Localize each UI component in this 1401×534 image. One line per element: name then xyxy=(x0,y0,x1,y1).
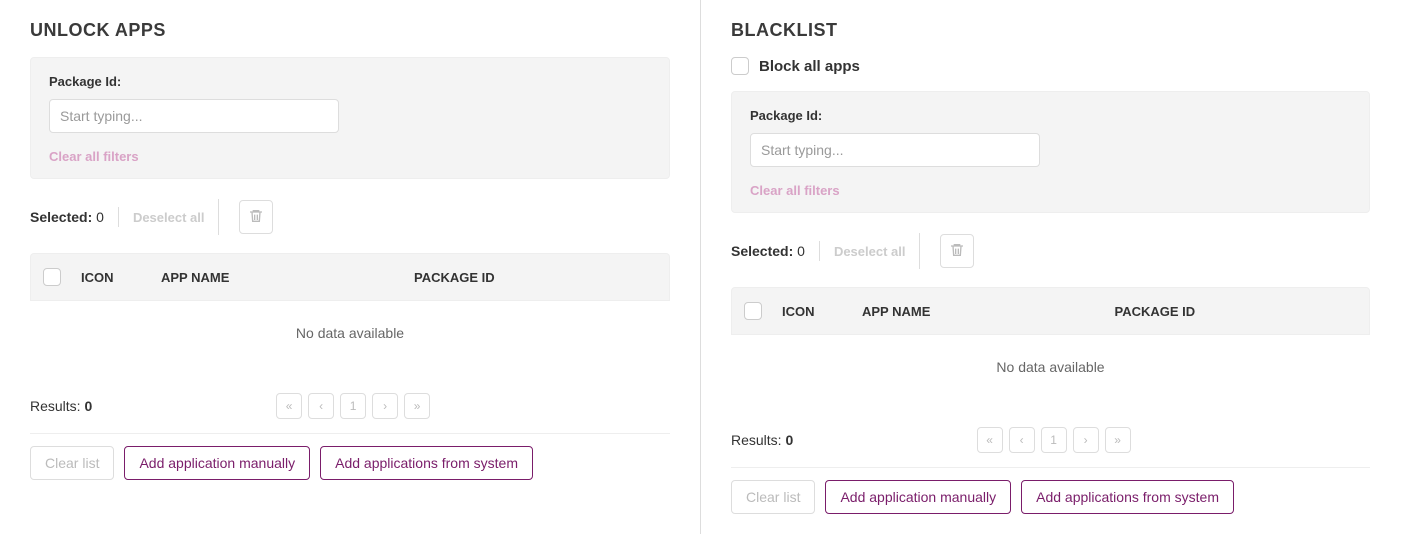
add-application-manually-button[interactable]: Add application manually xyxy=(825,480,1011,514)
page-last-button[interactable]: » xyxy=(1105,427,1131,453)
page-last-button[interactable]: » xyxy=(404,393,430,419)
filter-box: Package Id: Clear all filters xyxy=(731,91,1370,213)
table-header: ICON APP NAME PACKAGE ID xyxy=(731,287,1370,335)
footer-buttons: Clear list Add application manually Add … xyxy=(731,480,1370,514)
clear-filters-link[interactable]: Clear all filters xyxy=(750,183,1351,198)
table-empty-message: No data available xyxy=(731,335,1370,403)
results-row: Results: 0 « ‹ 1 › » xyxy=(30,393,670,434)
results-count: 0 xyxy=(84,398,92,414)
block-all-checkbox[interactable] xyxy=(731,57,749,75)
pagination: « ‹ 1 › » xyxy=(977,427,1131,453)
footer-buttons: Clear list Add application manually Add … xyxy=(30,446,670,480)
page-prev-button[interactable]: ‹ xyxy=(308,393,334,419)
selected-label: Selected: xyxy=(30,209,92,225)
separator xyxy=(919,233,920,269)
separator xyxy=(118,207,119,227)
column-icon: ICON xyxy=(782,304,852,319)
results-label: Results: xyxy=(731,432,782,448)
package-id-input[interactable] xyxy=(750,133,1040,167)
selected-label: Selected: xyxy=(731,243,793,259)
trash-icon xyxy=(949,242,965,261)
results-count: 0 xyxy=(785,432,793,448)
clear-list-button[interactable]: Clear list xyxy=(30,446,114,480)
select-all-checkbox[interactable] xyxy=(744,302,762,320)
unlock-apps-panel: UNLOCK APPS Package Id: Clear all filter… xyxy=(0,0,700,534)
filter-box: Package Id: Clear all filters xyxy=(30,57,670,179)
clear-filters-link[interactable]: Clear all filters xyxy=(49,149,651,164)
add-applications-from-system-button[interactable]: Add applications from system xyxy=(1021,480,1234,514)
separator xyxy=(218,199,219,235)
page-number[interactable]: 1 xyxy=(1041,427,1067,453)
page-number[interactable]: 1 xyxy=(340,393,366,419)
select-all-checkbox[interactable] xyxy=(43,268,61,286)
table-header: ICON APP NAME PACKAGE ID xyxy=(30,253,670,301)
page-next-button[interactable]: › xyxy=(372,393,398,419)
column-app-name: APP NAME xyxy=(862,304,1105,319)
clear-list-button[interactable]: Clear list xyxy=(731,480,815,514)
page-first-button[interactable]: « xyxy=(977,427,1003,453)
selected-count: 0 xyxy=(96,209,104,225)
trash-icon xyxy=(248,208,264,227)
column-app-name: APP NAME xyxy=(161,270,404,285)
selected-count: 0 xyxy=(797,243,805,259)
page-next-button[interactable]: › xyxy=(1073,427,1099,453)
page-first-button[interactable]: « xyxy=(276,393,302,419)
filter-label: Package Id: xyxy=(750,108,1351,123)
selection-toolbar: Selected: 0 Deselect all xyxy=(30,199,670,235)
column-package-id: PACKAGE ID xyxy=(1115,304,1358,319)
page-prev-button[interactable]: ‹ xyxy=(1009,427,1035,453)
block-all-label: Block all apps xyxy=(759,58,860,75)
blacklist-title: BLACKLIST xyxy=(731,20,1370,41)
unlock-apps-title: UNLOCK APPS xyxy=(30,20,670,41)
selection-toolbar: Selected: 0 Deselect all xyxy=(731,233,1370,269)
column-icon: ICON xyxy=(81,270,151,285)
deselect-all-button[interactable]: Deselect all xyxy=(834,244,906,259)
package-id-input[interactable] xyxy=(49,99,339,133)
deselect-all-button[interactable]: Deselect all xyxy=(133,210,205,225)
add-applications-from-system-button[interactable]: Add applications from system xyxy=(320,446,533,480)
results-row: Results: 0 « ‹ 1 › » xyxy=(731,427,1370,468)
filter-label: Package Id: xyxy=(49,74,651,89)
column-package-id: PACKAGE ID xyxy=(414,270,657,285)
pagination: « ‹ 1 › » xyxy=(276,393,430,419)
blacklist-panel: BLACKLIST Block all apps Package Id: Cle… xyxy=(700,0,1400,534)
block-all-row: Block all apps xyxy=(731,57,1370,75)
add-application-manually-button[interactable]: Add application manually xyxy=(124,446,310,480)
delete-button[interactable] xyxy=(940,234,974,268)
delete-button[interactable] xyxy=(239,200,273,234)
results-label: Results: xyxy=(30,398,81,414)
separator xyxy=(819,241,820,261)
table-empty-message: No data available xyxy=(30,301,670,369)
